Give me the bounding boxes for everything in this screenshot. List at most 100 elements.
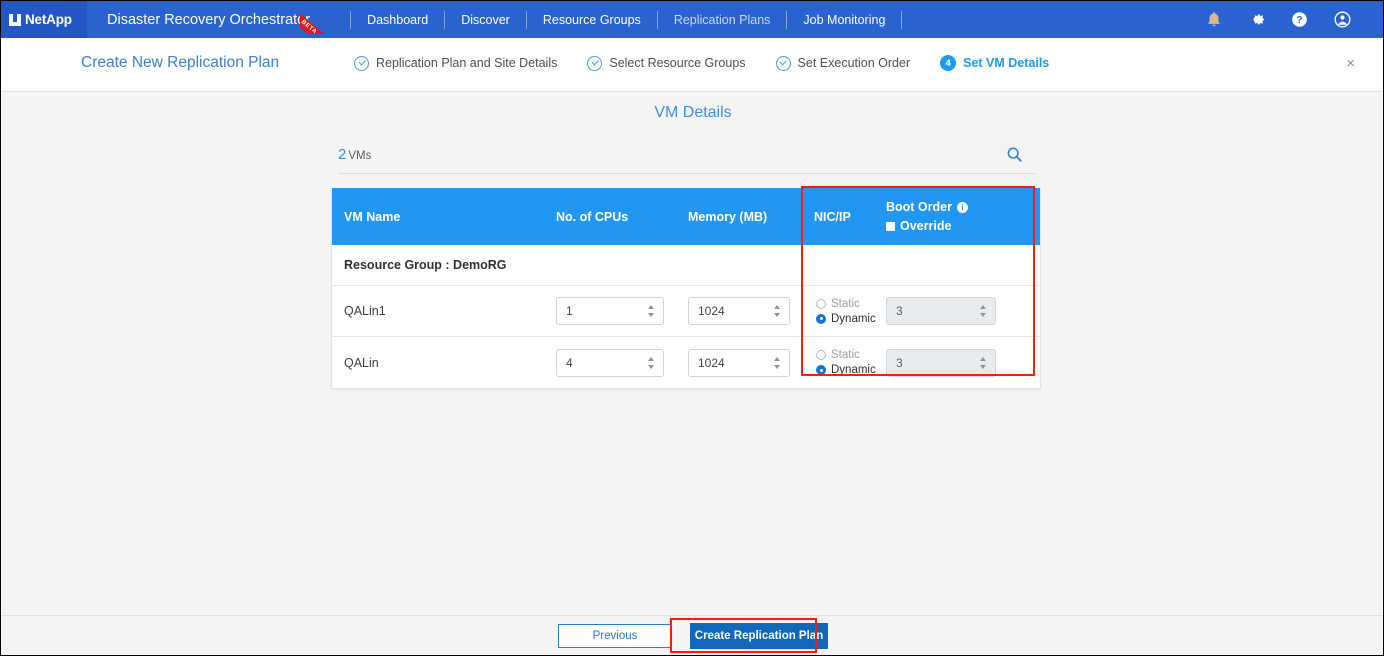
wizard-step-label: Set Execution Order — [797, 56, 911, 70]
vm-count-unit: VMs — [348, 150, 372, 162]
page-title: VM Details — [654, 104, 732, 121]
top-navigation-bar: NetApp Disaster Recovery Orchestrator BE… — [1, 1, 1383, 38]
nic-static-radio[interactable]: Static — [816, 349, 860, 361]
nic-static-label: Static — [831, 297, 860, 310]
wizard-header: Create New Replication Plan Replication … — [1, 38, 1383, 92]
resource-group-label: Resource Group : DemoRG — [344, 258, 507, 272]
check-circle-icon — [354, 55, 369, 71]
override-checkbox[interactable] — [886, 221, 895, 231]
cell-cpus: 1 — [544, 297, 676, 325]
search-icon[interactable] — [1006, 146, 1023, 163]
cpus-input[interactable]: 1 — [556, 297, 664, 325]
cell-cpus: 4 — [544, 348, 676, 377]
override-label: Override — [900, 218, 952, 233]
boot-order-header-line1: Boot Order i — [886, 198, 1028, 216]
help-icon[interactable]: ? — [1291, 11, 1308, 28]
memory-stepper[interactable] — [774, 356, 781, 370]
boot-order-input[interactable]: 3 — [886, 348, 996, 377]
nic-dynamic-label: Dynamic — [831, 364, 876, 376]
table-row: QALin1 1 1024 Static Dynamic 3 — [332, 286, 1040, 337]
wizard-step-label: Replication Plan and Site Details — [376, 56, 558, 70]
wizard-step-select-resource-groups[interactable]: Select Resource Groups — [587, 55, 746, 71]
bell-icon[interactable] — [1206, 11, 1222, 28]
resource-group-row: Resource Group : DemoRG — [332, 245, 1040, 286]
vm-count: 2 VMs — [338, 146, 371, 163]
cpus-value: 4 — [566, 355, 573, 370]
info-icon[interactable]: i — [956, 202, 968, 214]
nic-dynamic-radio[interactable]: Dynamic — [816, 364, 876, 376]
netapp-logo-icon — [9, 13, 21, 26]
create-replication-plan-button[interactable]: Create Replication Plan — [690, 623, 828, 649]
radio-icon — [816, 298, 826, 309]
table-header-row: VM Name No. of CPUs Memory (MB) NIC/IP B… — [332, 188, 1040, 245]
memory-stepper[interactable] — [774, 304, 781, 318]
boot-order-value: 3 — [896, 304, 903, 318]
cpus-stepper[interactable] — [648, 356, 655, 370]
boot-order-label: Boot Order — [886, 200, 952, 215]
table-row: QALin 4 1024 Static Dynamic 3 — [332, 337, 1040, 388]
vm-count-row: 2 VMs — [338, 136, 1035, 174]
netapp-logo[interactable]: NetApp — [1, 1, 87, 38]
application-window: NetApp Disaster Recovery Orchestrator BE… — [0, 0, 1384, 656]
nav-divider — [901, 10, 903, 29]
wizard-step-set-execution-order[interactable]: Set Execution Order — [775, 55, 911, 71]
gear-icon[interactable] — [1248, 11, 1265, 28]
radio-icon-selected — [816, 313, 826, 324]
memory-value: 1024 — [698, 355, 725, 370]
nav-item-replication-plans[interactable]: Replication Plans — [658, 13, 787, 27]
wizard-step-set-vm-details[interactable]: 4 Set VM Details — [940, 55, 1049, 71]
column-header-cpus[interactable]: No. of CPUs — [544, 210, 676, 224]
wizard-footer: Previous Create Replication Plan — [1, 615, 1383, 655]
wizard-step-label: Set VM Details — [963, 56, 1050, 70]
app-title: Disaster Recovery Orchestrator — [107, 11, 311, 28]
cell-memory: 1024 — [676, 348, 802, 377]
nic-dynamic-radio[interactable]: Dynamic — [816, 313, 876, 325]
vm-details-table: VM Name No. of CPUs Memory (MB) NIC/IP B… — [331, 188, 1041, 389]
boot-order-input[interactable]: 3 — [886, 297, 996, 325]
cell-memory: 1024 — [676, 297, 802, 325]
previous-button[interactable]: Previous — [558, 624, 672, 648]
step-number-badge: 4 — [940, 55, 957, 71]
wizard-step-replication-plan-and-site-details[interactable]: Replication Plan and Site Details — [354, 55, 558, 71]
memory-value: 1024 — [698, 304, 725, 318]
column-header-boot-order[interactable]: Boot Order i Override — [874, 198, 1040, 234]
radio-icon-selected — [816, 365, 826, 375]
column-header-nic-ip[interactable]: NIC/IP — [802, 210, 874, 224]
column-header-vm-name[interactable]: VM Name — [332, 210, 544, 224]
column-header-memory[interactable]: Memory (MB) — [676, 210, 802, 224]
boot-order-stepper[interactable] — [980, 356, 987, 370]
boot-order-header-line2: Override — [886, 217, 1028, 235]
main-content: VM Details 2 VMs VM Name No. of CPUs Memo… — [1, 92, 1383, 615]
boot-order-stepper[interactable] — [980, 304, 987, 318]
cell-vm-name: QALin1 — [344, 304, 386, 318]
close-icon[interactable]: × — [1346, 56, 1355, 71]
check-circle-icon — [775, 55, 791, 71]
boot-order-value: 3 — [896, 355, 903, 370]
cell-boot-order: 3 — [874, 297, 1040, 325]
cell-vm-name: QALin — [344, 355, 379, 370]
top-nav-icon-group: ? — [1206, 1, 1351, 38]
memory-input[interactable]: 1024 — [688, 348, 790, 377]
nav-item-dashboard[interactable]: Dashboard — [351, 13, 444, 27]
nic-static-label: Static — [831, 349, 860, 361]
cpus-input[interactable]: 4 — [556, 348, 664, 377]
svg-text:?: ? — [1297, 15, 1303, 26]
user-icon[interactable] — [1334, 11, 1351, 28]
nic-dynamic-label: Dynamic — [831, 312, 876, 325]
cpus-stepper[interactable] — [648, 304, 655, 318]
radio-icon — [816, 350, 826, 360]
wizard-step-label: Select Resource Groups — [609, 56, 746, 70]
check-circle-icon — [587, 55, 603, 71]
cell-nic-ip: Static Dynamic — [802, 298, 876, 325]
wizard-title: Create New Replication Plan — [81, 54, 280, 71]
nav-item-resource-groups[interactable]: Resource Groups — [527, 13, 657, 27]
cell-nic-ip: Static Dynamic — [802, 349, 876, 376]
wizard-steps: Replication Plan and Site Details Select… — [354, 55, 1049, 71]
nav-item-job-monitoring[interactable]: Job Monitoring — [787, 13, 901, 27]
memory-input[interactable]: 1024 — [688, 297, 790, 325]
nic-static-radio[interactable]: Static — [816, 298, 860, 310]
cell-boot-order: 3 — [874, 348, 1040, 377]
nav-item-discover[interactable]: Discover — [445, 13, 526, 27]
vm-count-number: 2 — [338, 146, 347, 163]
app-title-container: Disaster Recovery Orchestrator BETA — [107, 9, 336, 34]
